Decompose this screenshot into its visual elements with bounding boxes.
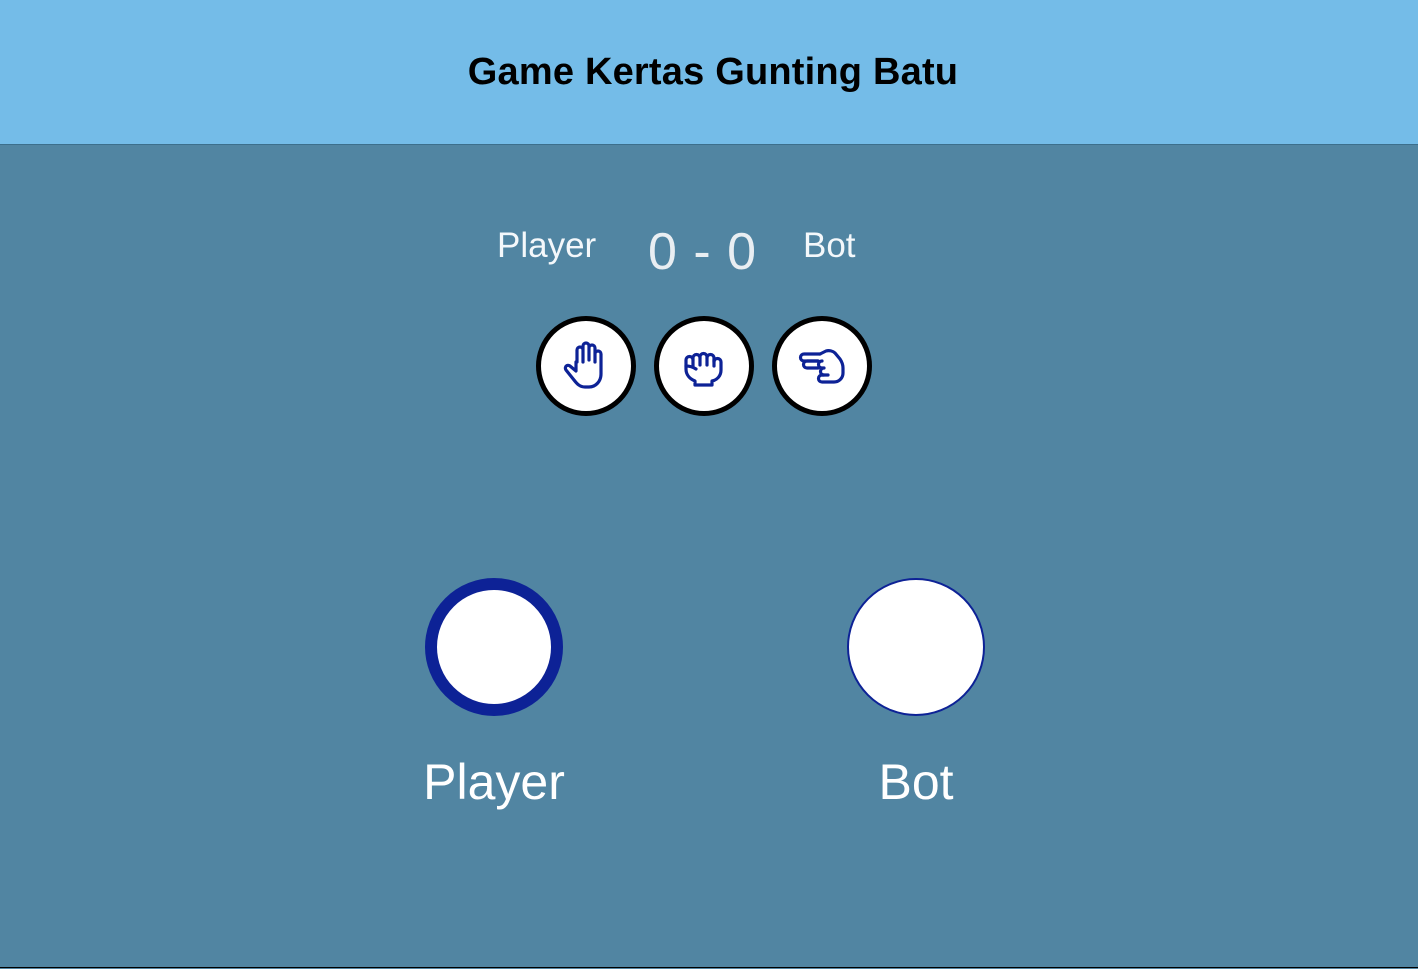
rock-button[interactable] <box>654 316 754 416</box>
bot-choice-display <box>847 578 985 716</box>
player-label: Player <box>423 754 565 810</box>
hand-scissors-icon <box>798 349 845 384</box>
score-display: 0 - 0 <box>648 223 758 281</box>
scoreboard-player-label: Player <box>497 226 597 265</box>
player-choice-display <box>425 578 563 716</box>
bot-label: Bot <box>878 754 954 810</box>
hand-paper-icon <box>563 341 603 389</box>
page-title: Game Kertas Gunting Batu <box>467 50 959 93</box>
header-bar: Game Kertas Gunting Batu <box>0 0 1418 145</box>
hand-rock-icon <box>684 351 723 387</box>
paper-button[interactable] <box>536 316 636 416</box>
scoreboard-bot-label: Bot <box>803 226 856 265</box>
scissors-button[interactable] <box>772 316 872 416</box>
